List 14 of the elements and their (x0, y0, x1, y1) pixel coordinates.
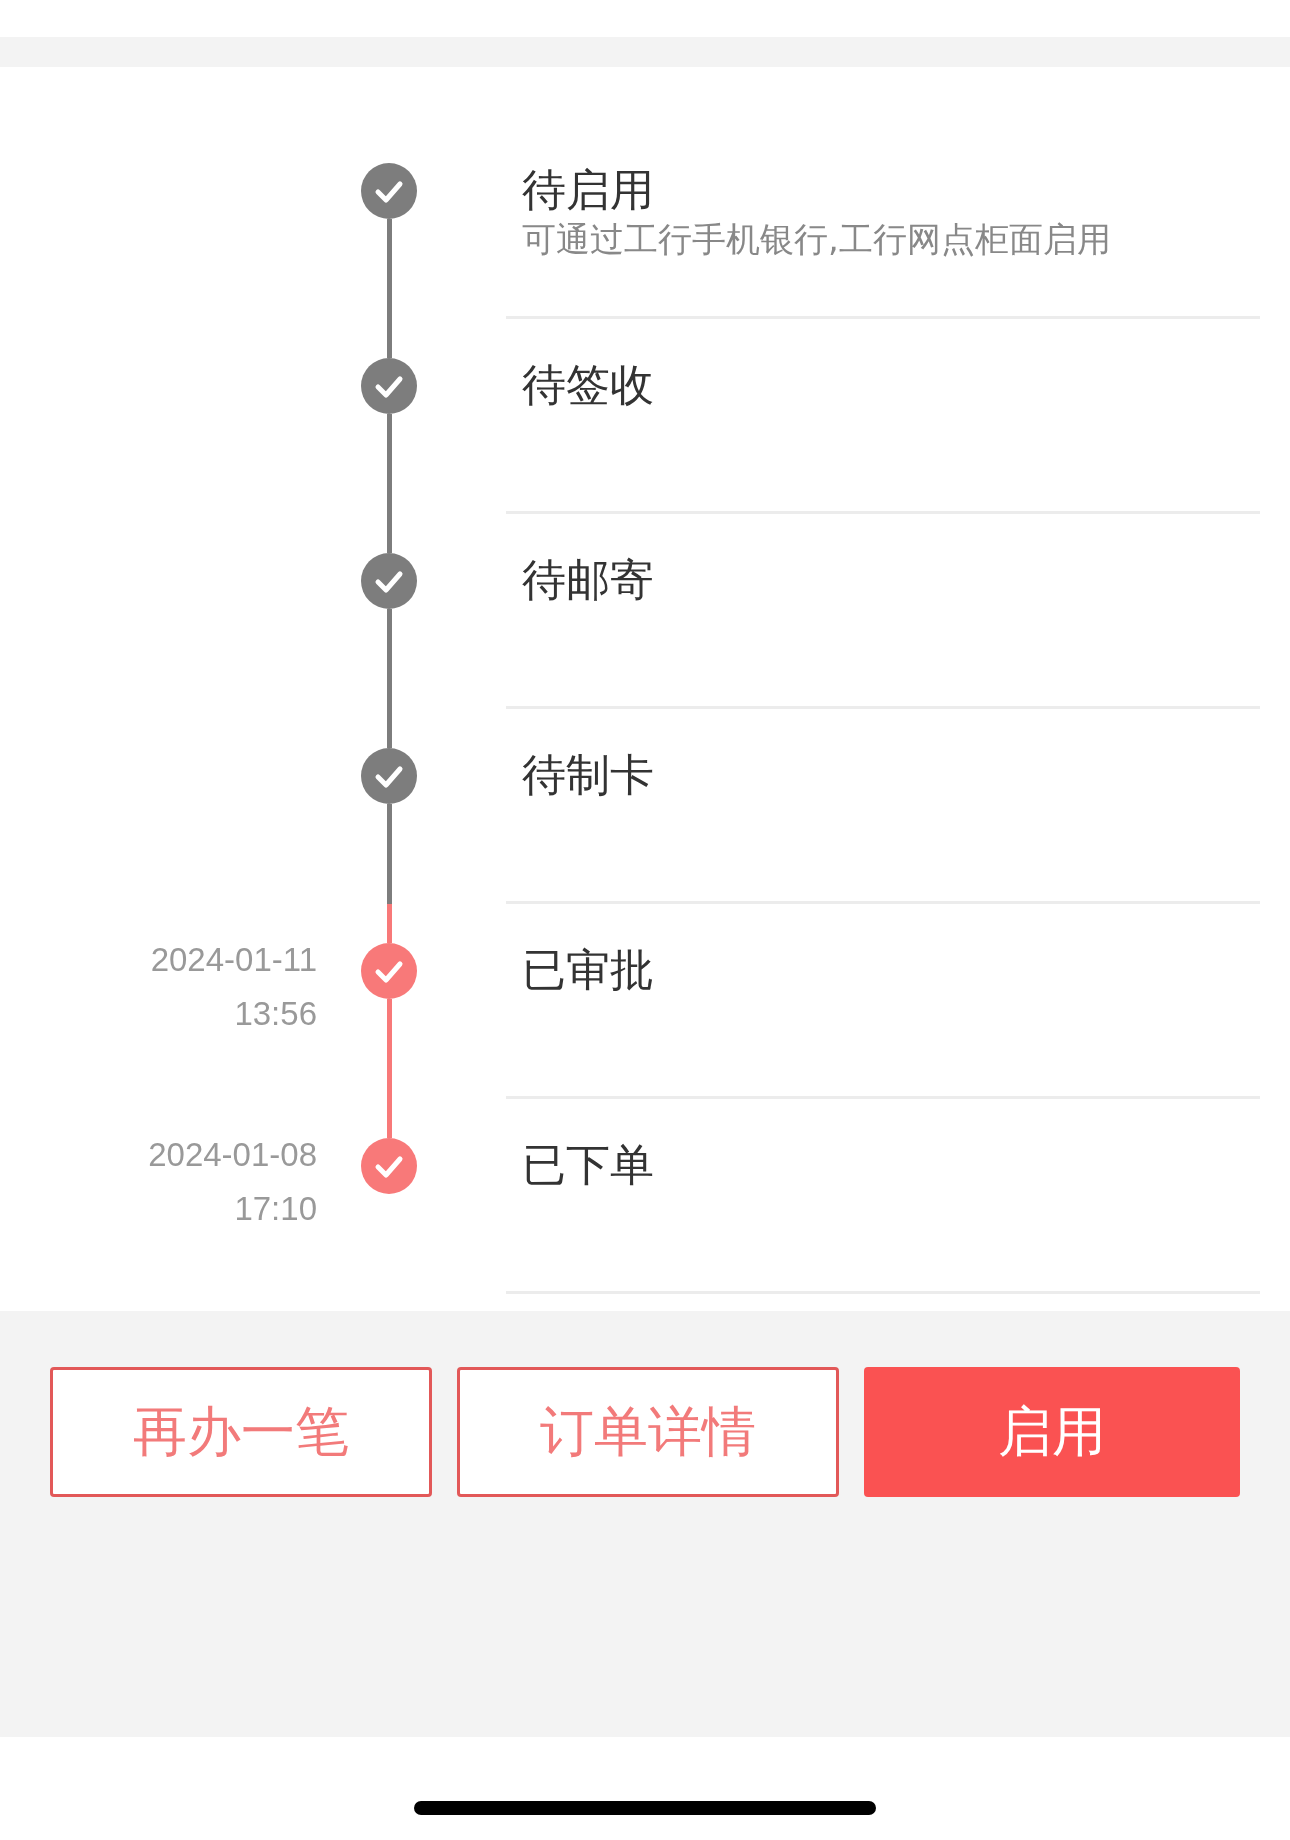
step-title: 已下单 (522, 1138, 654, 1192)
step-title: 待制卡 (522, 748, 654, 802)
activate-button[interactable]: 启用 (864, 1367, 1240, 1497)
step-title: 已审批 (522, 943, 654, 997)
step-title: 待启用 (522, 163, 654, 217)
step-description: 可通过工行手机银行,工行网点柜面启用 (522, 218, 1111, 260)
step-date: 2024-01-11 (150, 940, 317, 980)
step-time: 13:56 (234, 994, 317, 1034)
step-date: 2024-01-08 (148, 1135, 317, 1175)
action-button[interactable]: 订单详情 (457, 1367, 839, 1497)
action-button[interactable]: 再办一笔 (50, 1367, 432, 1497)
step-time: 17:10 (234, 1189, 317, 1229)
step-title: 待邮寄 (522, 553, 654, 607)
step-title: 待签收 (522, 358, 654, 412)
